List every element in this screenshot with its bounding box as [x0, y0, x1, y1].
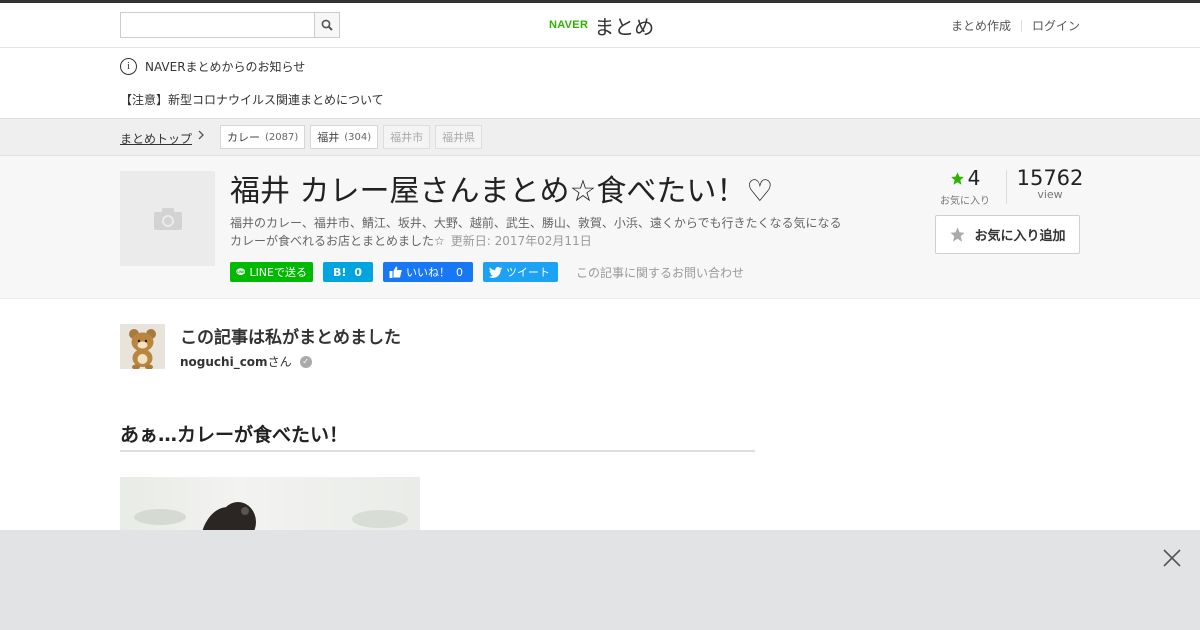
tag-list: カレー (2087) 福井 (304) 福井市 福井県 [220, 125, 487, 149]
favorites-count: 4 [967, 166, 981, 190]
notice-title: NAVERまとめからのお知らせ [145, 60, 306, 74]
create-matome-link[interactable]: まとめ作成 [951, 17, 1011, 34]
updated-date: 更新日: 2017年02月11日 [450, 234, 592, 248]
tweet-label: ツイート [506, 266, 550, 279]
tag-label: 福井県 [442, 131, 476, 144]
article-thumbnail [120, 171, 215, 266]
hatena-bookmark-button[interactable]: B! 0 [323, 262, 373, 282]
logo-naver: NAVER [549, 19, 589, 31]
tag-fukui[interactable]: 福井 (304) [310, 125, 379, 149]
twitter-tweet-button[interactable]: ツイート [483, 262, 558, 282]
page-title: 福井 カレー屋さんまとめ☆食べたい！♡ [230, 174, 774, 209]
login-link[interactable]: ログイン [1032, 17, 1080, 34]
author-info: noguchi_com さん ✓ [180, 353, 312, 370]
verified-check-icon: ✓ [299, 355, 312, 368]
site-header: NAVER まとめ まとめ作成 ログイン [0, 3, 1200, 48]
tag-fukui-city[interactable]: 福井市 [383, 125, 431, 149]
breadcrumb-home-link[interactable]: まとめトップ [120, 130, 192, 147]
search-icon [321, 19, 333, 31]
search-button[interactable] [314, 13, 339, 37]
star-icon [950, 227, 966, 242]
facebook-like-label: いいね！ [406, 266, 450, 279]
info-icon: i [120, 58, 137, 75]
twitter-bird-icon [489, 266, 502, 278]
hatena-count: 0 [354, 265, 363, 279]
ad-banner [0, 530, 1200, 630]
line-share-label: LINEで送る [249, 266, 307, 279]
facebook-like-count: 0 [456, 265, 463, 279]
site-logo[interactable]: NAVER まとめ [549, 11, 654, 39]
tag-fukui-prefecture[interactable]: 福井県 [435, 125, 483, 149]
share-buttons: LINE LINEで送る B! 0 いいね！ 0 ツイート この記事に関するお問… [230, 262, 744, 282]
tag-label: 福井市 [390, 131, 424, 144]
section-heading: あぁ…カレーが食べたい！ [120, 420, 755, 452]
favorites-label: お気に入り [940, 196, 990, 207]
favorites-stat: 4 お気に入り [930, 166, 1000, 207]
star-icon [950, 171, 964, 185]
thumbs-up-icon [389, 266, 402, 278]
add-favorite-label: お気に入り追加 [974, 229, 1066, 244]
tag-label: カレー [227, 131, 260, 144]
tag-curry[interactable]: カレー (2087) [220, 125, 306, 149]
notice-link[interactable]: 【注意】新型コロナウイルス関連まとめについて [120, 91, 384, 108]
article-description: 福井のカレー、福井市、鯖江、坂井、大野、越前、武生、勝山、敦賀、小浜、遠くからで… [230, 214, 850, 250]
divider [1006, 170, 1007, 204]
author-name-link[interactable]: noguchi_com [180, 355, 268, 369]
add-favorite-button[interactable]: お気に入り追加 [935, 215, 1080, 254]
camera-icon [153, 207, 182, 230]
notice-header: i NAVERまとめからのお知らせ [120, 58, 305, 75]
tag-label: 福井 [317, 131, 340, 144]
tag-count: (2087) [265, 131, 299, 143]
logo-matome: まとめ [594, 14, 655, 39]
line-share-button[interactable]: LINE LINEで送る [230, 262, 313, 282]
hatena-icon: B! [333, 265, 347, 279]
search-input[interactable] [121, 13, 315, 37]
views-count: 15762 [1016, 166, 1084, 190]
author-suffix: さん [267, 355, 292, 369]
svg-text:LINE: LINE [237, 270, 245, 274]
header-links: まとめ作成 ログイン [951, 17, 1080, 34]
author-heading: この記事は私がまとめました [180, 328, 401, 348]
avatar[interactable] [120, 324, 165, 369]
search-box [120, 12, 340, 38]
chevron-right-icon [197, 129, 205, 144]
article-header: 福井 カレー屋さんまとめ☆食べたい！♡ 福井のカレー、福井市、鯖江、坂井、大野、… [0, 156, 1200, 299]
divider [1020, 19, 1022, 32]
close-icon[interactable] [1160, 546, 1184, 570]
tag-count: (304) [344, 131, 372, 143]
line-icon: LINE [236, 268, 245, 276]
contact-link[interactable]: この記事に関するお問い合わせ [576, 264, 744, 281]
facebook-like-button[interactable]: いいね！ 0 [383, 262, 473, 282]
article-image[interactable] [120, 477, 420, 537]
breadcrumb: まとめトップ カレー (2087) 福井 (304) 福井市 福井県 [0, 118, 1200, 156]
views-stat: 15762 view [1010, 166, 1090, 201]
